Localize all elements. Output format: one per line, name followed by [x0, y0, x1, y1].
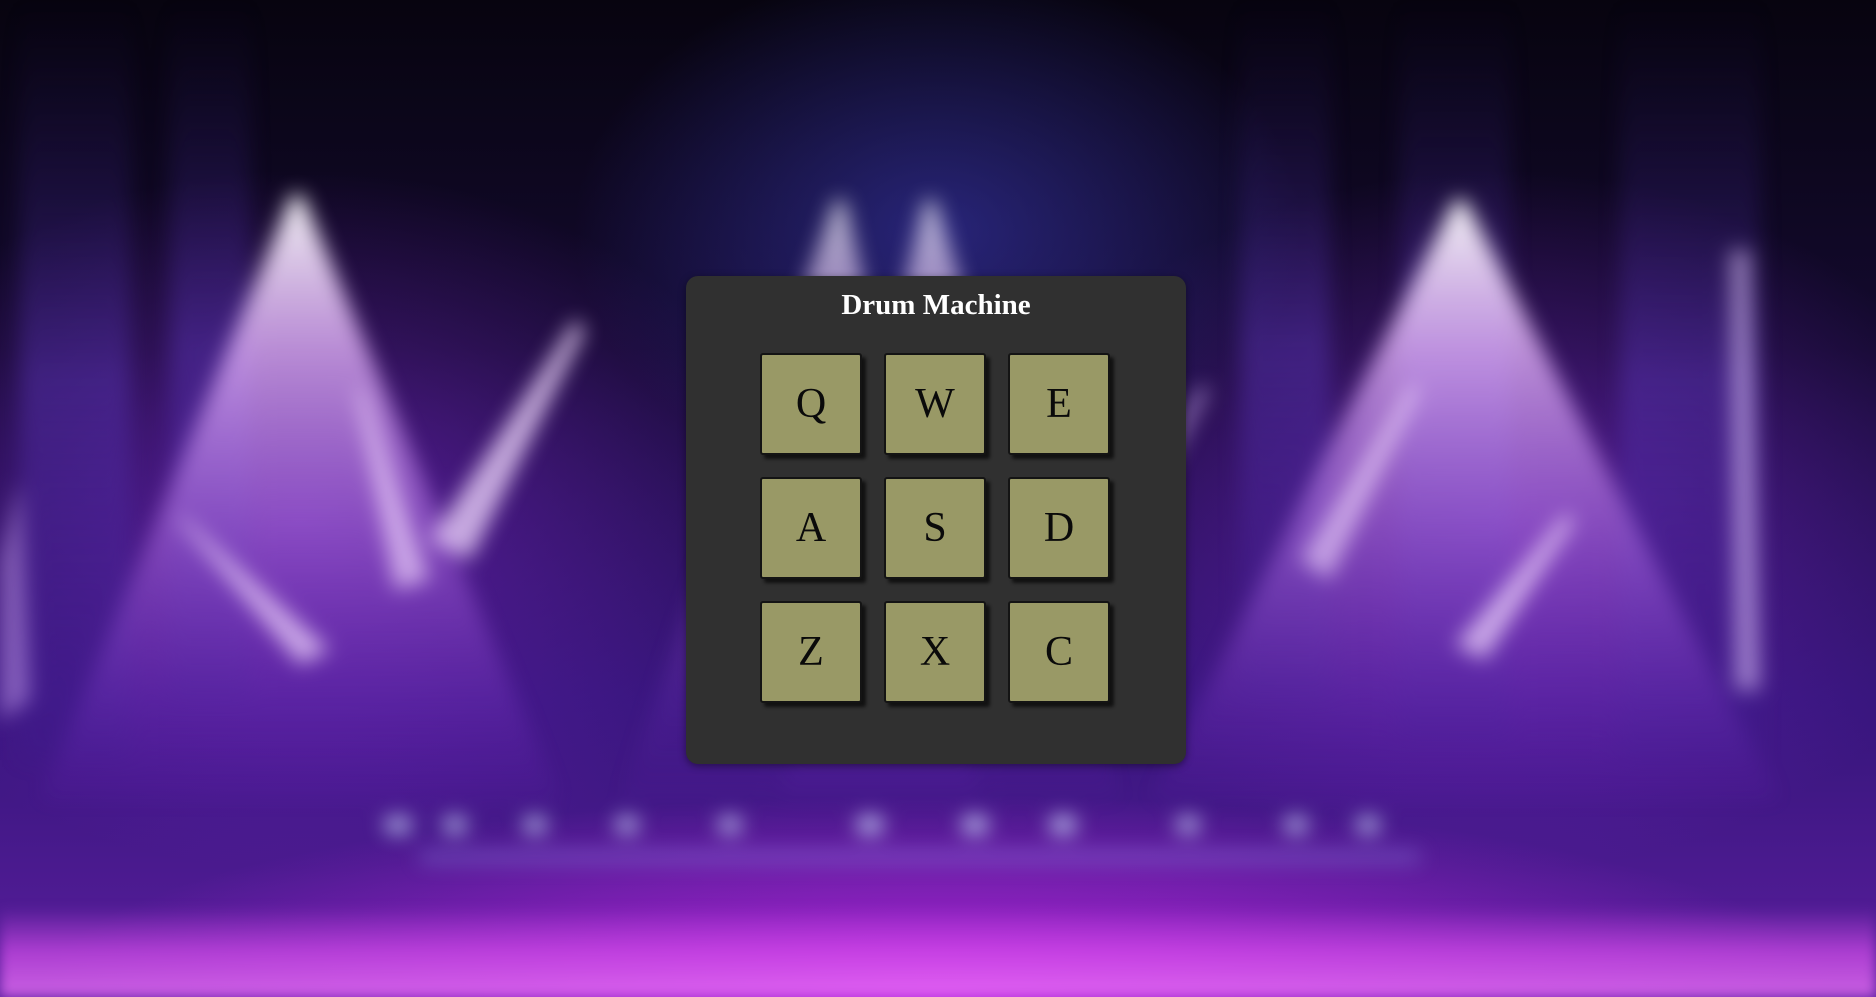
drum-pad-e[interactable]: E	[1008, 353, 1110, 455]
drum-pad-s[interactable]: S	[884, 477, 986, 579]
drum-pad-grid: Q W E A S D Z X C	[760, 353, 1112, 703]
drum-pad-c[interactable]: C	[1008, 601, 1110, 703]
drum-pad-d[interactable]: D	[1008, 477, 1110, 579]
drum-pad-z[interactable]: Z	[760, 601, 862, 703]
app-title: Drum Machine	[841, 289, 1031, 321]
drum-pad-a[interactable]: A	[760, 477, 862, 579]
drum-pad-w[interactable]: W	[884, 353, 986, 455]
drum-pad-q[interactable]: Q	[760, 353, 862, 455]
drum-pad-x[interactable]: X	[884, 601, 986, 703]
drum-machine-panel: Drum Machine Q W E A S D Z X C	[686, 276, 1186, 764]
stage-floor-glow	[0, 907, 1876, 997]
